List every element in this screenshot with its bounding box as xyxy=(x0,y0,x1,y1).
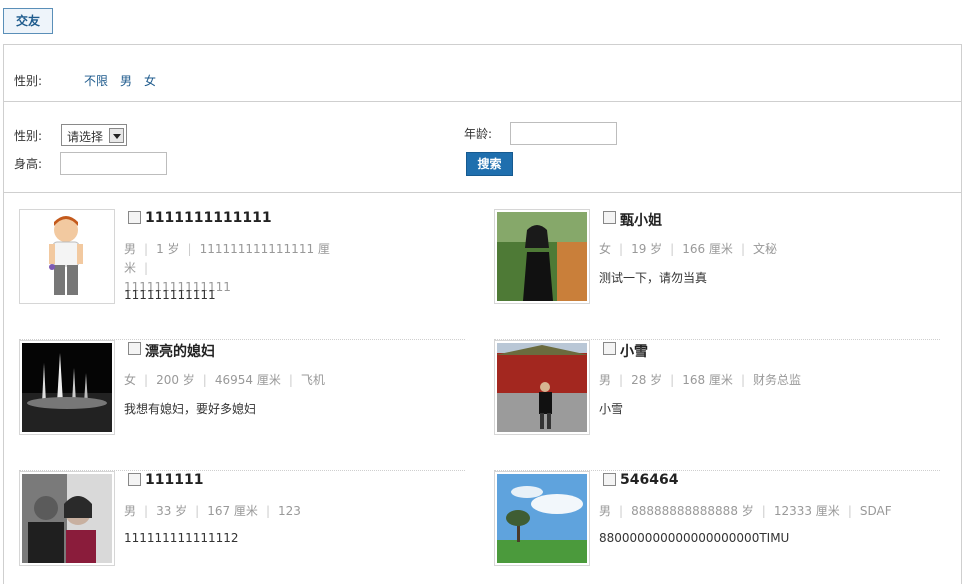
age-input[interactable] xyxy=(510,122,617,145)
avatar[interactable] xyxy=(494,471,590,566)
profile-card: 111111 男 | 33 岁 | 167 厘米 | 123 111111111111112 xyxy=(19,471,465,584)
meta-age: 28 岁 xyxy=(631,373,663,387)
height-label: 身高: xyxy=(14,157,43,171)
chevron-down-icon[interactable] xyxy=(109,128,124,143)
meta-job: SDAF xyxy=(859,504,892,518)
meta-gender: 女 xyxy=(124,373,137,387)
profile-name[interactable]: 111111 xyxy=(145,472,203,488)
gender-select-value: 请选择 xyxy=(67,130,104,144)
meta-gender: 男 xyxy=(599,373,612,387)
profile-meta: 男 | 88888888888888 岁 | 12333 厘米 | SDAF xyxy=(599,504,892,518)
meta-job: 飞机 xyxy=(300,373,325,387)
filter-gender-label: 性别: xyxy=(14,74,43,88)
search-form: 性别: 请选择 身高: 年龄: 搜索 xyxy=(4,102,961,193)
avatar[interactable] xyxy=(19,340,115,435)
filter-option-female[interactable]: 女 xyxy=(144,72,156,89)
couple-photo xyxy=(22,474,112,563)
filter-option-male[interactable]: 男 xyxy=(120,72,132,89)
meta-height: 167 厘米 xyxy=(207,504,258,518)
profile-name[interactable]: 小雪 xyxy=(620,341,648,361)
profile-meta: 男 | 28 岁 | 168 厘米 | 财务总监 xyxy=(599,373,801,387)
profile-name[interactable]: 漂亮的媳妇 xyxy=(145,341,215,361)
meta-age: 19 岁 xyxy=(631,242,663,256)
search-gender-label: 性别: xyxy=(14,129,43,143)
search-button[interactable]: 搜索 xyxy=(466,152,513,176)
profile-signature: 880000000000000000000TIMU xyxy=(599,531,790,545)
select-checkbox[interactable] xyxy=(603,342,616,355)
select-checkbox[interactable] xyxy=(128,473,141,486)
profile-card: 小雪 男 | 28 岁 | 168 厘米 | 财务总监 小雪 xyxy=(494,340,940,471)
meta-gender: 男 xyxy=(124,504,137,518)
avatar[interactable] xyxy=(19,209,115,304)
gender-select[interactable]: 请选择 xyxy=(61,124,127,146)
profile-card: 546464 男 | 88888888888888 岁 | 12333 厘米 | SDAF … xyxy=(494,471,940,584)
meta-age: 1 岁 xyxy=(156,242,180,256)
meta-gender: 男 xyxy=(599,504,612,518)
meta-job: 财务总监 xyxy=(752,373,801,387)
profile-card: 漂亮的媳妇 女 | 200 岁 | 46954 厘米 | 飞机 我想有媳妇，要好多媳妇 xyxy=(19,340,465,471)
profile-name[interactable]: 甄小姐 xyxy=(620,210,662,230)
meta-height: 166 厘米 xyxy=(682,242,733,256)
profile-signature: 小雪 xyxy=(599,402,624,416)
meta-height: 168 厘米 xyxy=(682,373,733,387)
meta-age: 33 岁 xyxy=(156,504,188,518)
height-input[interactable] xyxy=(60,152,167,175)
profile-name[interactable]: 1111111111111 xyxy=(145,210,272,226)
meta-job: 123 xyxy=(277,504,301,518)
avatar[interactable] xyxy=(19,471,115,566)
search-panel: 性别: 不限 男 女 性别: 请选择 身高: 年龄: 搜索 1111111111… xyxy=(3,44,962,584)
cartoon-avatar-image xyxy=(22,212,112,301)
tab-friends[interactable]: 交友 xyxy=(3,8,53,34)
profile-meta: 女 | 19 岁 | 166 厘米 | 文秘 xyxy=(599,242,777,256)
meta-age: 88888888888888 岁 xyxy=(631,504,754,518)
profile-meta: 女 | 200 岁 | 46954 厘米 | 飞机 xyxy=(124,373,325,387)
profile-signature: 测试一下，请勿当真 xyxy=(599,271,708,285)
profile-signature: 111111111111 xyxy=(124,288,216,302)
meta-age: 200 岁 xyxy=(156,373,195,387)
profile-signature: 我想有媳妇，要好多媳妇 xyxy=(124,402,257,416)
age-label: 年龄: xyxy=(464,127,493,141)
select-checkbox[interactable] xyxy=(603,473,616,486)
profile-signature: 111111111111112 xyxy=(124,531,239,545)
profile-card: 1111111111111 男 | 1 岁 | 111111111111111 厘米 | 1… xyxy=(19,209,465,340)
select-checkbox[interactable] xyxy=(603,211,616,224)
gender-filter-row: 性别: 不限 男 女 xyxy=(4,45,961,102)
tiananmen-photo xyxy=(497,343,587,432)
meta-job: 文秘 xyxy=(752,242,777,256)
woman-photo xyxy=(497,212,587,301)
meta-height: 46954 厘米 xyxy=(214,373,281,387)
meta-gender: 男 xyxy=(124,242,137,256)
avatar[interactable] xyxy=(494,209,590,304)
profile-meta: 男 | 33 岁 | 167 厘米 | 123 xyxy=(124,504,301,518)
meta-height: 12333 厘米 xyxy=(773,504,840,518)
select-checkbox[interactable] xyxy=(128,211,141,224)
select-checkbox[interactable] xyxy=(128,342,141,355)
meta-gender: 女 xyxy=(599,242,612,256)
profile-card: 甄小姐 女 | 19 岁 | 166 厘米 | 文秘 测试一下，请勿当真 xyxy=(494,209,940,340)
fountain-photo xyxy=(22,343,112,432)
profile-name[interactable]: 546464 xyxy=(620,472,678,488)
filter-option-any[interactable]: 不限 xyxy=(84,72,108,89)
landscape-tree-photo xyxy=(497,474,587,563)
avatar[interactable] xyxy=(494,340,590,435)
